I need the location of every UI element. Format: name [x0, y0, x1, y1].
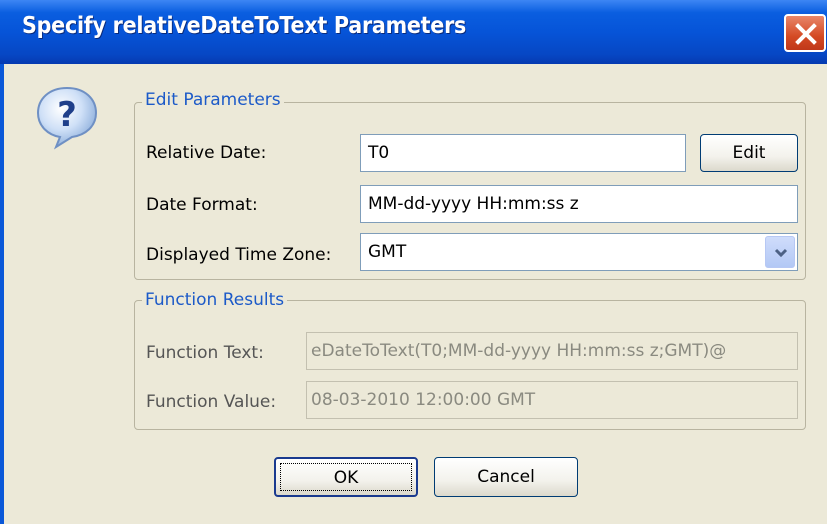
close-icon — [795, 23, 817, 45]
edit-button[interactable]: Edit — [700, 134, 798, 172]
time-zone-label: Displayed Time Zone: — [146, 245, 332, 265]
dialog-window: Specify relativeDateToText Parameters ? … — [0, 0, 827, 524]
svg-text:?: ? — [57, 95, 77, 135]
question-icon: ? — [36, 86, 98, 150]
edit-parameters-legend: Edit Parameters — [142, 90, 284, 110]
relative-date-input[interactable]: T0 — [360, 134, 686, 172]
relative-date-label: Relative Date: — [146, 143, 267, 163]
time-zone-select[interactable]: GMT — [360, 233, 798, 271]
function-value-field: 08-03-2010 12:00:00 GMT — [306, 381, 798, 419]
title-bar[interactable]: Specify relativeDateToText Parameters — [0, 0, 827, 64]
function-results-legend: Function Results — [142, 290, 288, 310]
function-text-label: Function Text: — [146, 343, 264, 363]
window-title: Specify relativeDateToText Parameters — [22, 13, 467, 39]
date-format-input[interactable]: MM-dd-yyyy HH:mm:ss z — [360, 185, 798, 223]
function-value-label: Function Value: — [146, 392, 277, 412]
cancel-button-label: Cancel — [477, 467, 535, 487]
edit-button-label: Edit — [732, 143, 766, 163]
ok-focus-ring — [280, 463, 412, 491]
close-button[interactable] — [784, 14, 826, 52]
function-text-field: eDateToText(T0;MM-dd-yyyy HH:mm:ss z;GMT… — [306, 332, 798, 370]
time-zone-value: GMT — [368, 242, 407, 262]
date-format-label: Date Format: — [146, 195, 258, 215]
cancel-button[interactable]: Cancel — [434, 457, 578, 497]
chevron-down-icon — [774, 248, 788, 258]
time-zone-dropdown-button[interactable] — [765, 236, 795, 268]
ok-button[interactable]: OK — [274, 457, 418, 497]
